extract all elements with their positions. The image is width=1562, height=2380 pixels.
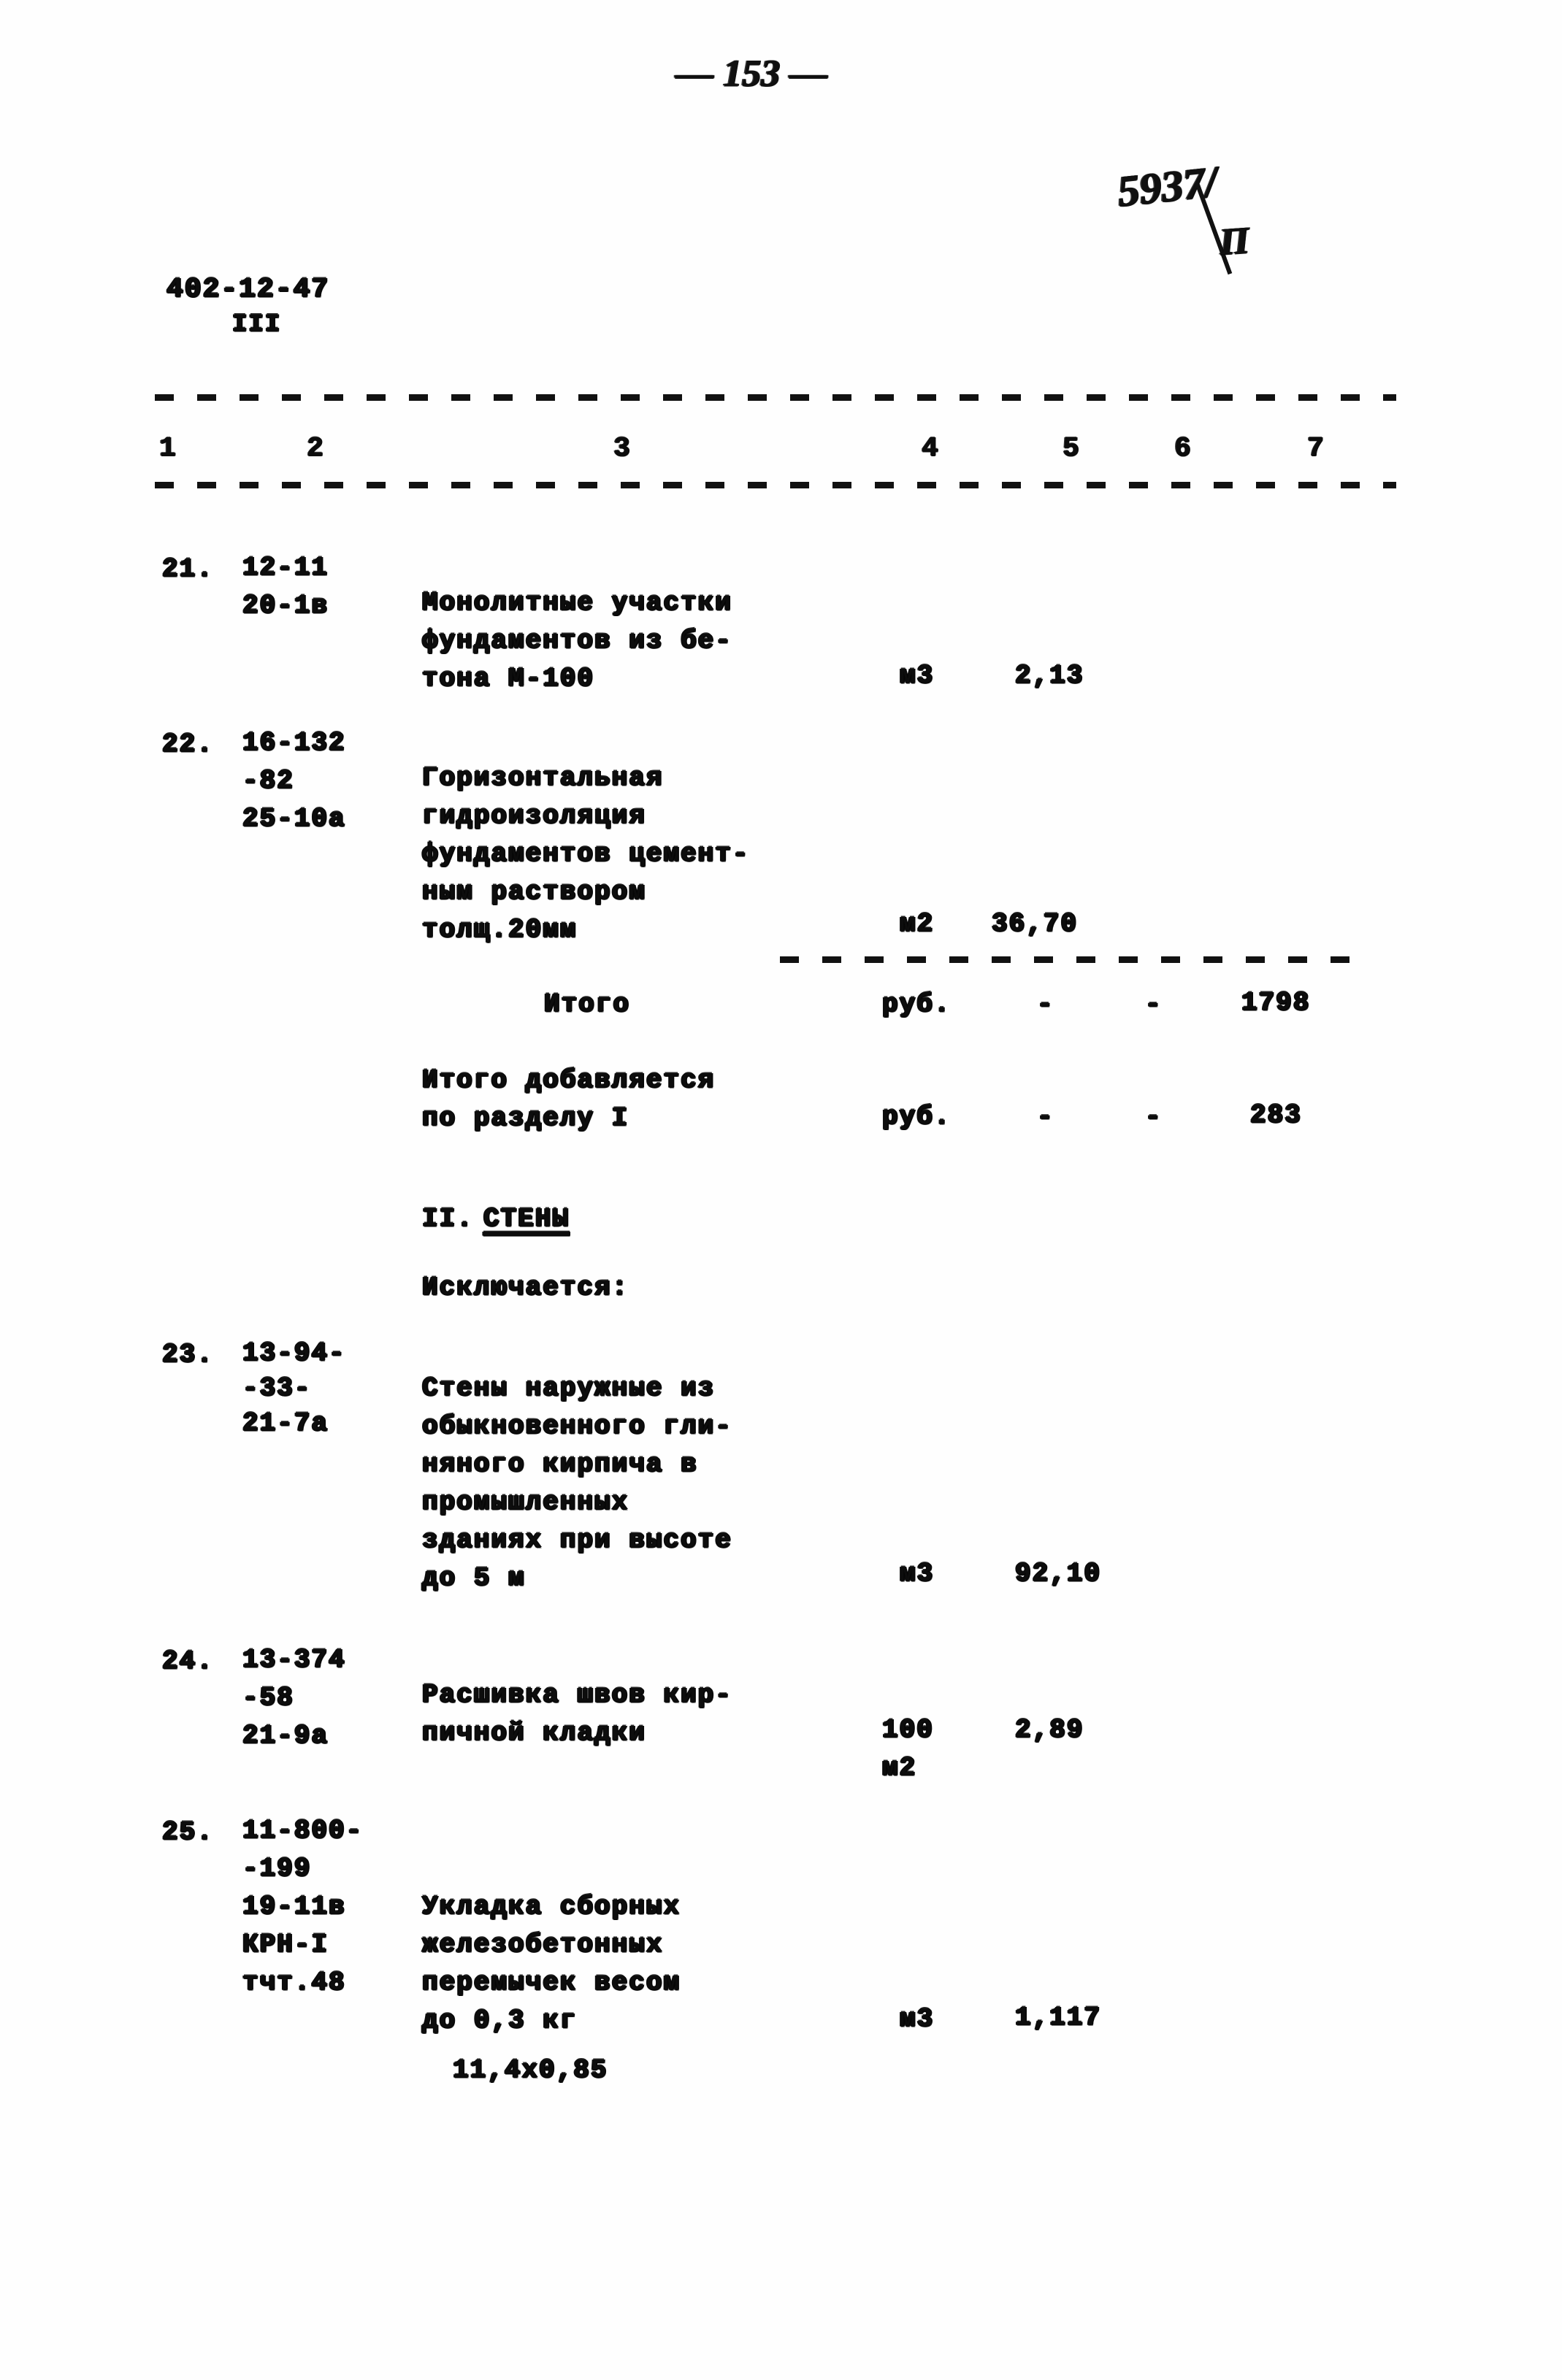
row-number: 22.	[162, 729, 214, 759]
row-quantity: 1,117	[1015, 2003, 1102, 2032]
scanned-document-page: — 153 — 5937/ П 402-12-47 III 1 2 3 4 5 …	[0, 0, 1562, 2380]
row-unit: м3	[900, 661, 935, 691]
total-col7: 283	[1250, 1100, 1302, 1130]
row-description-line: железобетонных	[422, 1930, 664, 1959]
column-header-3: 3	[613, 433, 632, 464]
row-code: 11-800-	[242, 1816, 364, 1846]
row-code: -199	[242, 1854, 312, 1884]
row-quantity: 2,89	[1015, 1715, 1084, 1745]
stamp-denominator-handwritten: П	[1218, 219, 1251, 264]
row-code: 16-132	[242, 728, 346, 758]
row-quantity: 36,70	[992, 909, 1079, 939]
row-description-line: толщ.20мм	[422, 915, 578, 945]
row-extra-note: 11,4х0,85	[453, 2055, 608, 2085]
section-note: Исключается:	[422, 1272, 629, 1302]
column-header-2: 2	[307, 433, 325, 464]
row-description-line: пичной кладки	[422, 1718, 646, 1748]
row-description-line: фундаментов из бе-	[422, 626, 732, 656]
row-code: -33-	[242, 1373, 312, 1403]
row-code: -58	[242, 1683, 294, 1713]
column-header-1: 1	[159, 433, 177, 464]
row-description-line: няного кирпича в	[422, 1449, 698, 1479]
row-description-line: Расшивка швов кир-	[422, 1680, 732, 1710]
table-top-rule	[155, 394, 1396, 401]
row-description-line: перемычек весом	[422, 1968, 681, 1997]
row-code: 13-374	[242, 1645, 346, 1675]
total-col6: -	[1145, 989, 1163, 1019]
column-header-5: 5	[1063, 433, 1081, 464]
row-code: -82	[242, 766, 294, 796]
row-description-line: гидроизоляция	[422, 801, 646, 831]
total-col5: -	[1037, 1102, 1054, 1132]
total-col5: -	[1037, 989, 1054, 1019]
row-code: КРН-I	[242, 1930, 329, 1959]
row-description-line: промышленных	[422, 1487, 629, 1517]
total-col7: 1798	[1241, 988, 1311, 1018]
row-description-line: обыкновенного гли-	[422, 1411, 732, 1441]
row-description-line: Стены наружные из	[422, 1373, 716, 1403]
row-description-line: ным раствором	[422, 877, 646, 907]
row-unit: м3	[900, 2004, 935, 2034]
row-description-line: Горизонтальная	[422, 763, 664, 793]
total-label: Итого добавляется	[422, 1065, 716, 1095]
row-unit: м2	[900, 909, 935, 939]
row-code: 12-11	[242, 553, 329, 583]
section-title: СТЕНЫ	[483, 1204, 570, 1234]
row-code: 21-7а	[242, 1408, 329, 1438]
row-description-line: зданиях при высоте	[422, 1525, 732, 1555]
row-quantity: 2,13	[1015, 661, 1084, 691]
row-code: 25-10а	[242, 804, 346, 834]
table-header-rule	[155, 482, 1396, 488]
row-number: 24.	[162, 1646, 214, 1676]
total-unit: руб.	[882, 1102, 952, 1132]
total-col6: -	[1145, 1102, 1163, 1132]
total-label: по разделу I	[422, 1103, 629, 1133]
row-description-line: Монолитные участки	[422, 588, 732, 618]
total-unit: руб.	[882, 989, 952, 1019]
section-number: II.	[422, 1204, 474, 1234]
row-description-line: до 5 м	[422, 1563, 526, 1593]
row-code: 20-1в	[242, 591, 329, 621]
row-unit-second-line: м2	[882, 1753, 917, 1783]
row-code: 21-9а	[242, 1721, 329, 1751]
column-header-6: 6	[1174, 433, 1192, 464]
total-label: Итого	[544, 989, 631, 1019]
sheet-code-sub: III	[232, 311, 282, 339]
row-description-line: фундаментов цемент-	[422, 839, 750, 869]
column-header-4: 4	[922, 433, 940, 464]
column-header-7: 7	[1307, 433, 1325, 464]
row-code: 19-11в	[242, 1892, 346, 1922]
row-code: 13-94-	[242, 1338, 346, 1368]
subtotal-rule	[780, 956, 1364, 963]
row-unit: 100	[882, 1715, 934, 1745]
row-description-line: тона М-100	[422, 664, 595, 694]
row-description-line: Укладка сборных	[422, 1892, 681, 1922]
sheet-code: 402-12-47	[166, 274, 330, 305]
row-number: 21.	[162, 554, 214, 584]
row-quantity: 92,10	[1015, 1559, 1102, 1589]
page-number-handwritten: — 153 —	[675, 53, 827, 94]
row-unit: м3	[900, 1559, 935, 1589]
row-description-line: до 0,3 кг	[422, 2005, 578, 2035]
row-code: тчт.48	[242, 1968, 346, 1997]
row-number: 25.	[162, 1817, 214, 1847]
row-number: 23.	[162, 1340, 214, 1370]
